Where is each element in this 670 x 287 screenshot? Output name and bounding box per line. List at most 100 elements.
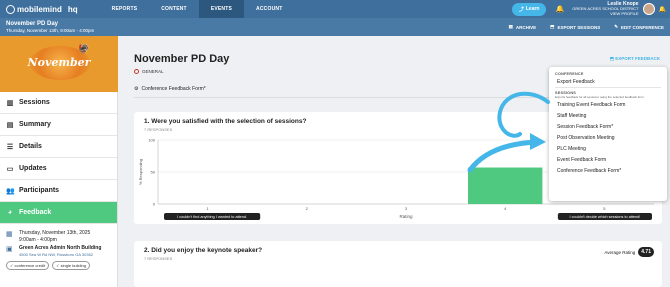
average-rating-badge: 4.71: [638, 247, 654, 257]
y-axis-label: % Responding: [138, 159, 143, 185]
export-icon: ⬒: [550, 24, 555, 29]
sidebar: November 🦃 ▥ Sessions ▤ Summary ☰ Detail…: [0, 36, 118, 287]
building-icon: ▣: [6, 246, 13, 253]
edit-icon: ✎: [614, 24, 618, 29]
learn-label: Learn: [525, 6, 540, 12]
dropdown-item-post-observation[interactable]: Post Observation Meeting: [549, 132, 667, 143]
sidebar-item-summary[interactable]: ▤ Summary: [0, 114, 117, 136]
banner-text: November: [27, 56, 91, 69]
nav-reports[interactable]: REPORTS: [100, 0, 150, 18]
export-feedback-button[interactable]: ⬒ EXPORT FEEDBACK: [610, 56, 660, 62]
learn-icon: ⤴: [518, 6, 524, 13]
sidebar-item-label: Updates: [19, 165, 47, 172]
sidebar-item-label: Sessions: [19, 99, 50, 106]
event-tags: ✓ conference credit ✓ single building: [6, 260, 111, 270]
sidebar-item-label: Details: [19, 143, 42, 150]
sidebar-item-sessions[interactable]: ▥ Sessions: [0, 92, 117, 114]
event-title: November PD Day: [6, 20, 59, 27]
learn-button[interactable]: ⤴ Learn: [511, 2, 547, 16]
nav-right: ⤴ Learn 🔔 Leslie Knope GREEN ACRES SCHOO…: [511, 0, 670, 18]
x-tick-label: 2: [306, 206, 309, 211]
average-rating: Average Rating 4.71: [604, 247, 654, 257]
question-card-2: 2. Did you enjoy the keynote speaker? 7 …: [134, 241, 662, 287]
average-rating-label: Average Rating: [604, 249, 636, 255]
export-sessions-label: EXPORT SESSIONS: [557, 24, 601, 30]
alert-bell-icon[interactable]: 🔔: [659, 6, 666, 13]
edit-conference-label: EDIT CONFERENCE: [620, 24, 664, 30]
sessions-icon: ▥: [6, 99, 14, 107]
nav-events[interactable]: EVENTS: [198, 0, 245, 18]
sidebar-item-label: Feedback: [19, 209, 52, 216]
brand-hq: hq: [67, 4, 78, 14]
event-actions: ▤ ARCHIVE ⬒ EXPORT SESSIONS ✎ EDIT CONFE…: [509, 18, 664, 36]
event-location-text: Green Acres Admin North Building 4500 Se…: [19, 245, 101, 257]
user-info[interactable]: Leslie Knope GREEN ACRES SCHOOL DISTRICT…: [572, 1, 638, 17]
archive-icon: ▤: [508, 24, 513, 29]
avatar[interactable]: [642, 3, 655, 15]
location-name: Green Acres Admin North Building: [19, 245, 102, 251]
x-axis-label: Rating: [399, 214, 413, 219]
dropdown-item-session-feedback[interactable]: Session Feedback Form*: [549, 121, 667, 132]
event-date: Thursday, November 13th, 9:00am - 4:00pm: [6, 27, 95, 33]
dropdown-export-feedback[interactable]: Export Feedback: [549, 76, 667, 87]
location-address-link[interactable]: 4500 Sea W Rd NW, Rossboro GA 30352: [19, 252, 101, 257]
tag-single-building: ✓ single building: [52, 260, 90, 270]
tag-label: single building: [60, 262, 86, 268]
bar-4: [468, 167, 543, 204]
y-tick-label: 50: [151, 170, 156, 175]
y-tick-label: 0: [153, 202, 156, 207]
event-heading: November PD Day Thursday, November 13th,…: [6, 21, 94, 33]
sidebar-item-updates[interactable]: ▭ Updates: [0, 158, 117, 180]
top-nav: mobilemind hq REPORTS CONTENT EVENTS ACC…: [0, 0, 670, 18]
tag-label: conference credit: [14, 262, 46, 268]
dropdown-item-training-event[interactable]: Training Event Feedback Form: [549, 99, 667, 110]
sidebar-item-details[interactable]: ☰ Details: [0, 136, 117, 158]
category-label: GENERAL: [134, 69, 164, 74]
event-banner-image: November 🦃: [0, 36, 118, 92]
event-date-line2: 9:00am - 4:00pm: [19, 236, 57, 243]
event-date-info: ▦ Thursday, November 13th, 2025 9:00am -…: [6, 230, 111, 243]
view-profile-link[interactable]: VIEW PROFILE: [572, 11, 638, 17]
calendar-icon: ▦: [6, 231, 13, 238]
question-responses: 7 RESPONSES: [144, 256, 173, 261]
dropdown-item-staff-meeting[interactable]: Staff Meeting: [549, 110, 667, 121]
feedback-icon: ◕: [7, 209, 13, 216]
form-name: Conference Feedback Form*: [141, 86, 206, 92]
export-feedback-label: EXPORT FEEDBACK: [615, 56, 660, 61]
export-sessions-button[interactable]: ⬒ EXPORT SESSIONS: [550, 24, 600, 30]
updates-icon: ▭: [6, 165, 14, 173]
form-icon: ⚙: [134, 86, 139, 92]
brand-name: mobilemind: [17, 4, 62, 14]
edit-conference-button[interactable]: ✎ EDIT CONFERENCE: [614, 24, 664, 30]
question-title: 2. Did you enjoy the keynote speaker?: [144, 247, 263, 254]
archive-label: ARCHIVE: [515, 24, 537, 30]
x-tick-label: 3: [405, 206, 408, 211]
category-icon: [134, 69, 139, 74]
event-location-info: ▣ Green Acres Admin North Building 4500 …: [6, 245, 111, 257]
high-rating-label: I couldn't decide which sessions to atte…: [570, 215, 641, 219]
dropdown-item-event-feedback[interactable]: Event Feedback Form: [549, 154, 667, 165]
details-icon: ☰: [6, 143, 14, 151]
archive-button[interactable]: ▤ ARCHIVE: [509, 24, 537, 30]
x-tick-label: 4: [504, 206, 507, 211]
sidebar-item-feedback[interactable]: ◕ Feedback: [0, 202, 117, 224]
x-tick-label: 5: [603, 206, 606, 211]
dropdown-item-conference-feedback[interactable]: Conference Feedback Form*: [549, 165, 667, 176]
event-info: ▦ Thursday, November 13th, 2025 9:00am -…: [0, 224, 117, 274]
x-tick-label: 1: [206, 206, 209, 211]
event-date-line1: Thursday, November 13th, 2025: [19, 230, 91, 236]
participants-icon: 👥: [6, 187, 15, 195]
low-rating-label: I couldn't find anything I wanted to att…: [177, 215, 247, 219]
category-text: GENERAL: [142, 69, 164, 74]
notification-bell-icon[interactable]: 🔔: [555, 5, 564, 13]
event-date-text: Thursday, November 13th, 2025 9:00am - 4…: [19, 230, 90, 243]
sidebar-item-participants[interactable]: 👥 Participants: [0, 180, 117, 202]
sidebar-item-label: Summary: [19, 121, 51, 128]
brand-logo[interactable]: mobilemind hq: [6, 4, 78, 14]
dropdown-item-plc-meeting[interactable]: PLC Meeting: [549, 143, 667, 154]
nav-account[interactable]: ACCOUNT: [244, 0, 294, 18]
tag-conference-credit: ✓ conference credit: [6, 260, 50, 270]
nav-content[interactable]: CONTENT: [149, 0, 199, 18]
summary-icon: ▤: [6, 121, 14, 129]
main-nav: REPORTS CONTENT EVENTS ACCOUNT: [100, 0, 295, 18]
